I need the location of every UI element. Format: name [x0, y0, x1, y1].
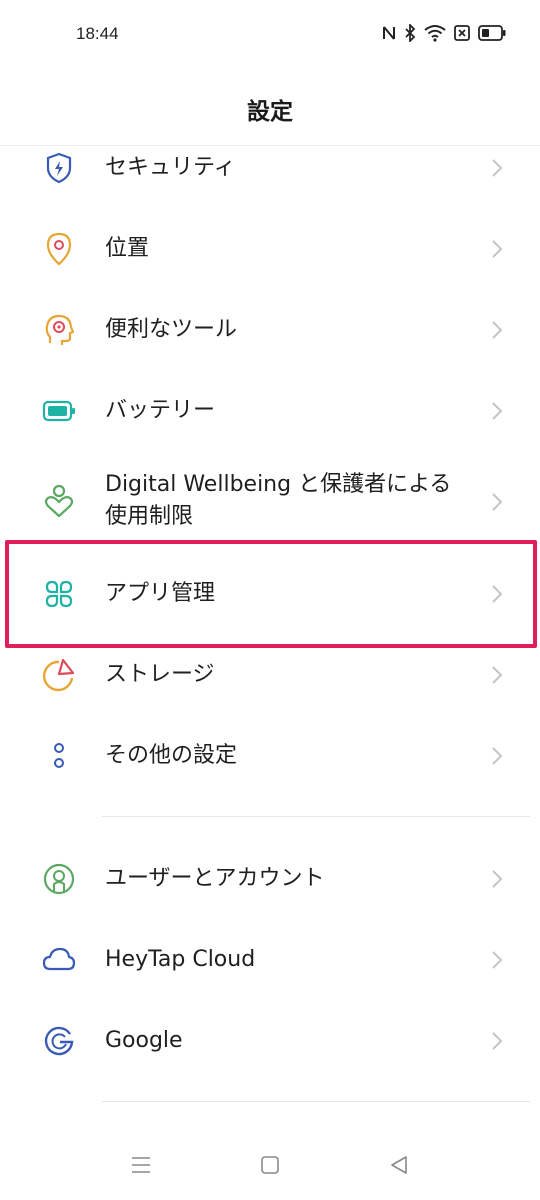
- smart-tools-icon: [40, 311, 78, 349]
- location-pin-icon: [40, 230, 78, 268]
- storage-pie-icon: [40, 656, 78, 694]
- settings-item-battery[interactable]: バッテリー: [0, 371, 540, 451]
- settings-item-smart-tools[interactable]: 便利なツール: [0, 290, 540, 370]
- bluetooth-icon: [404, 24, 416, 42]
- settings-item-label: Google: [105, 1028, 183, 1053]
- status-icons: [382, 24, 506, 42]
- section-divider: [102, 1101, 530, 1102]
- back-icon[interactable]: [384, 1150, 414, 1180]
- settings-item-label: その他の設定: [105, 743, 238, 768]
- chevron-right-icon: [486, 399, 506, 423]
- chevron-right-icon: [486, 867, 506, 891]
- more-settings-icon: [40, 737, 78, 775]
- settings-item-other-settings[interactable]: その他の設定: [0, 716, 540, 796]
- battery-icon: [478, 25, 506, 41]
- menu-icon[interactable]: [126, 1150, 156, 1180]
- status-time: 18:44: [76, 24, 119, 43]
- navigation-bar: [0, 1130, 540, 1200]
- highlight-box: [5, 540, 537, 648]
- user-account-icon: [40, 860, 78, 898]
- chevron-right-icon: [486, 318, 506, 342]
- chevron-right-icon: [486, 948, 506, 972]
- status-bar: 18:44: [0, 0, 540, 70]
- shield-icon: [40, 149, 78, 187]
- section-divider: [102, 816, 530, 817]
- wellbeing-icon: [40, 482, 78, 520]
- wifi-icon: [424, 24, 446, 42]
- settings-item-label-line2: 使用制限: [105, 504, 194, 529]
- chevron-right-icon: [486, 237, 506, 261]
- settings-item-label: Digital Wellbeing と保護者による: [105, 472, 452, 497]
- no-sim-icon: [454, 25, 470, 41]
- settings-item-label: ストレージ: [105, 662, 215, 687]
- chevron-right-icon: [486, 744, 506, 768]
- page-title: 設定: [247, 99, 293, 125]
- settings-item-label: セキュリティ: [105, 155, 236, 180]
- chevron-right-icon: [486, 490, 506, 514]
- cloud-icon: [40, 941, 78, 979]
- settings-item-label: HeyTap Cloud: [105, 947, 256, 972]
- nfc-icon: [382, 25, 396, 41]
- home-icon[interactable]: [255, 1150, 285, 1180]
- chevron-right-icon: [486, 1029, 506, 1053]
- settings-item-digital-wellbeing[interactable]: Digital Wellbeing と保護者による 使用制限: [0, 452, 540, 542]
- settings-item-location[interactable]: 位置: [0, 209, 540, 289]
- settings-item-label: 位置: [105, 236, 150, 261]
- settings-item-users-accounts[interactable]: ユーザーとアカウント: [0, 839, 540, 919]
- battery-setting-icon: [40, 392, 78, 430]
- google-icon: [40, 1022, 78, 1060]
- settings-item-security[interactable]: セキュリティ: [0, 128, 540, 208]
- chevron-right-icon: [486, 663, 506, 687]
- settings-item-heytap-cloud[interactable]: HeyTap Cloud: [0, 920, 540, 1000]
- settings-item-google[interactable]: Google: [0, 1001, 540, 1081]
- settings-item-label: ユーザーとアカウント: [105, 866, 325, 891]
- settings-item-label: 便利なツール: [105, 317, 238, 342]
- settings-item-label: バッテリー: [105, 398, 216, 423]
- chevron-right-icon: [486, 156, 506, 180]
